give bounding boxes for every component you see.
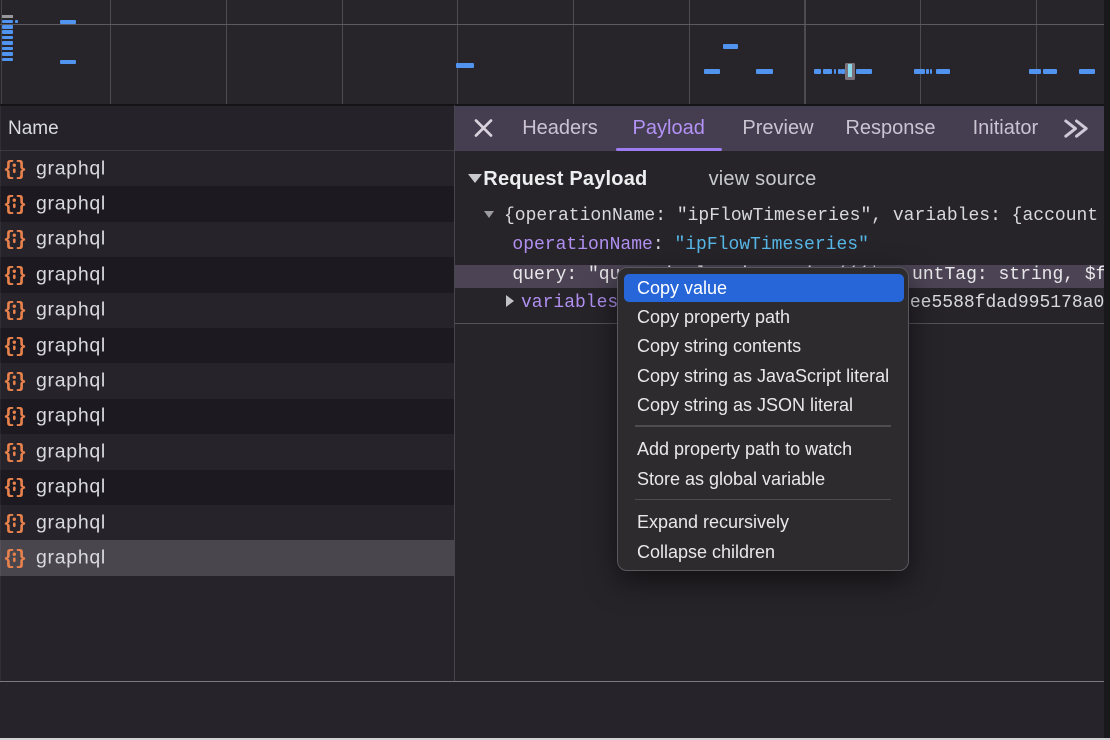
svg-text:}: } bbox=[15, 548, 26, 569]
svg-text:}: } bbox=[15, 406, 26, 427]
svg-text:}: } bbox=[15, 477, 26, 498]
svg-text:}: } bbox=[15, 371, 26, 392]
svg-text:}: } bbox=[15, 513, 26, 534]
svg-text:}: } bbox=[15, 336, 26, 357]
svg-text:}: } bbox=[15, 229, 26, 250]
svg-text:}: } bbox=[15, 442, 26, 463]
svg-text:}: } bbox=[15, 159, 26, 180]
svg-text:}: } bbox=[15, 265, 26, 286]
svg-text:}: } bbox=[15, 300, 26, 321]
svg-text:}: } bbox=[15, 194, 26, 215]
